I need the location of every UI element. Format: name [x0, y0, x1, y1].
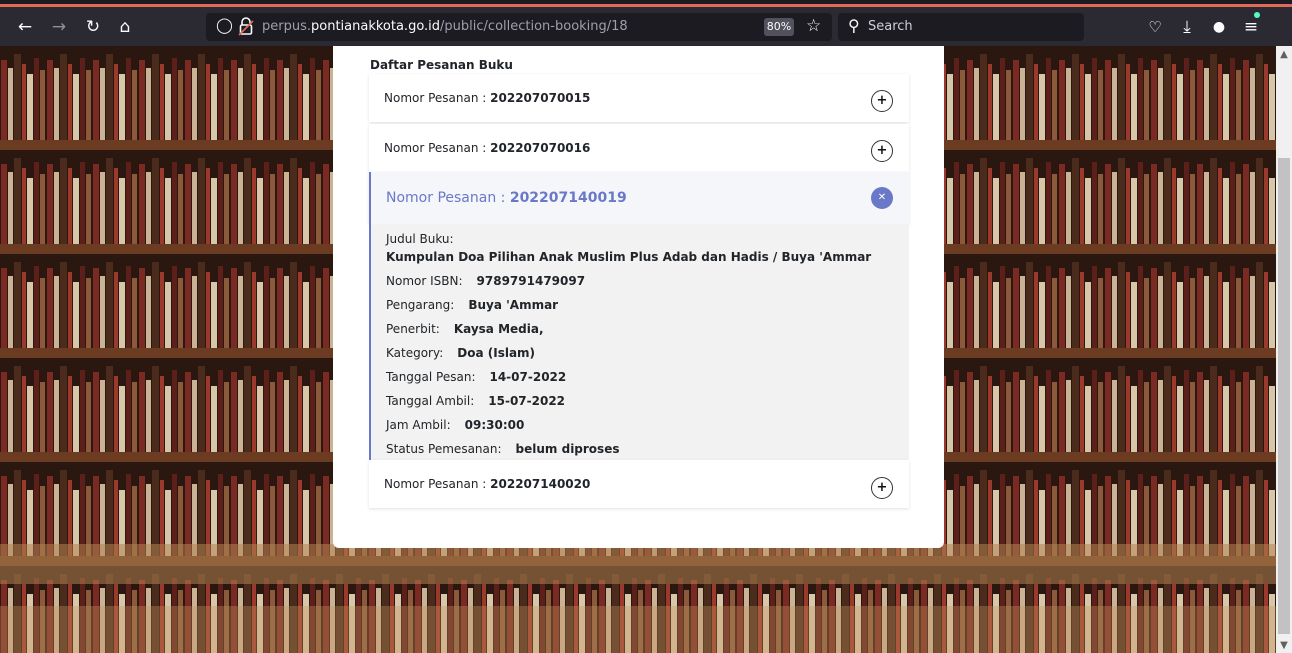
download-icon[interactable]: ⤓ [1174, 14, 1200, 40]
order-number-label: Nomor Pesanan : 202207070016 [384, 141, 591, 155]
publisher-row: Penerbit: Kaysa Media, [386, 322, 544, 336]
update-dot [1254, 12, 1260, 18]
lock-icon[interactable] [238, 15, 254, 37]
scrollbar-thumb[interactable] [1278, 158, 1290, 634]
expand-plus-icon[interactable]: + [871, 477, 893, 499]
collapse-close-icon[interactable]: ✕ [871, 187, 893, 209]
expand-plus-icon[interactable]: + [871, 140, 893, 162]
category-row: Kategory: Doa (Islam) [386, 346, 536, 360]
page-scrollbar[interactable]: ▲ ▼ [1276, 46, 1292, 653]
browser-toolbar: ← → ↻ ⌂ ◯ perpus.pontianakkota.go.id/pub… [0, 7, 1292, 46]
author-row: Pengarang: Buya 'Ammar [386, 298, 559, 312]
menu-icon[interactable]: ≡ [1238, 12, 1264, 40]
search-bar[interactable]: ⚲ Search [838, 13, 1084, 41]
tracking-shield-icon[interactable]: ◯ [216, 16, 233, 34]
order-number-label: Nomor Pesanan : 202207140020 [384, 477, 591, 491]
reload-icon[interactable]: ↻ [80, 14, 106, 40]
page-viewport: Daftar Pesanan Buku Nomor Pesanan : 2022… [0, 46, 1276, 653]
isbn-row: Nomor ISBN: 9789791479097 [386, 274, 586, 288]
book-title-label: Judul Buku: [386, 232, 454, 246]
order-date-row: Tanggal Pesan: 14-07-2022 [386, 370, 567, 384]
search-placeholder: Search [868, 19, 913, 34]
pickup-time-row: Jam Ambil: 09:30:00 [386, 418, 525, 432]
address-bar[interactable]: ◯ perpus.pontianakkota.go.id/public/coll… [206, 13, 832, 41]
order-number-label: Nomor Pesanan : 202207140019 [386, 190, 627, 206]
booking-list-title: Daftar Pesanan Buku [370, 58, 513, 72]
extension-icon[interactable]: ● [1206, 14, 1232, 40]
pickup-date-row: Tanggal Ambil: 15-07-2022 [386, 394, 566, 408]
booking-item-expanded[interactable]: Nomor Pesanan : 202207140019 ✕ [369, 172, 909, 224]
forward-arrow-icon[interactable]: → [46, 14, 72, 40]
back-arrow-icon[interactable]: ← [12, 14, 38, 40]
window-top-strip [0, 0, 1292, 7]
search-icon: ⚲ [848, 16, 860, 35]
zoom-level-badge[interactable]: 80% [764, 18, 794, 36]
order-number-label: Nomor Pesanan : 202207070015 [384, 91, 591, 105]
status-row: Status Pemesanan: belum diproses [386, 442, 620, 456]
booking-item[interactable]: Nomor Pesanan : 202207070015 + [369, 74, 909, 122]
book-title-value: Kumpulan Doa Pilihan Anak Muslim Plus Ad… [386, 250, 872, 264]
bookmark-star-icon[interactable]: ☆ [806, 16, 821, 36]
pocket-icon[interactable]: ♡ [1142, 14, 1168, 40]
expand-plus-icon[interactable]: + [871, 90, 893, 112]
booking-item[interactable]: Nomor Pesanan : 202207070016 + [369, 124, 909, 172]
scroll-up-icon[interactable]: ▲ [1276, 48, 1292, 62]
booking-card: Daftar Pesanan Buku Nomor Pesanan : 2022… [333, 46, 944, 548]
scroll-down-icon[interactable]: ▼ [1276, 639, 1292, 653]
home-icon[interactable]: ⌂ [112, 14, 138, 40]
url-text[interactable]: perpus.pontianakkota.go.id/public/collec… [262, 19, 628, 34]
booking-item[interactable]: Nomor Pesanan : 202207140020 + [369, 460, 909, 508]
booking-details-panel: Judul Buku: Kumpulan Doa Pilihan Anak Mu… [369, 224, 909, 460]
